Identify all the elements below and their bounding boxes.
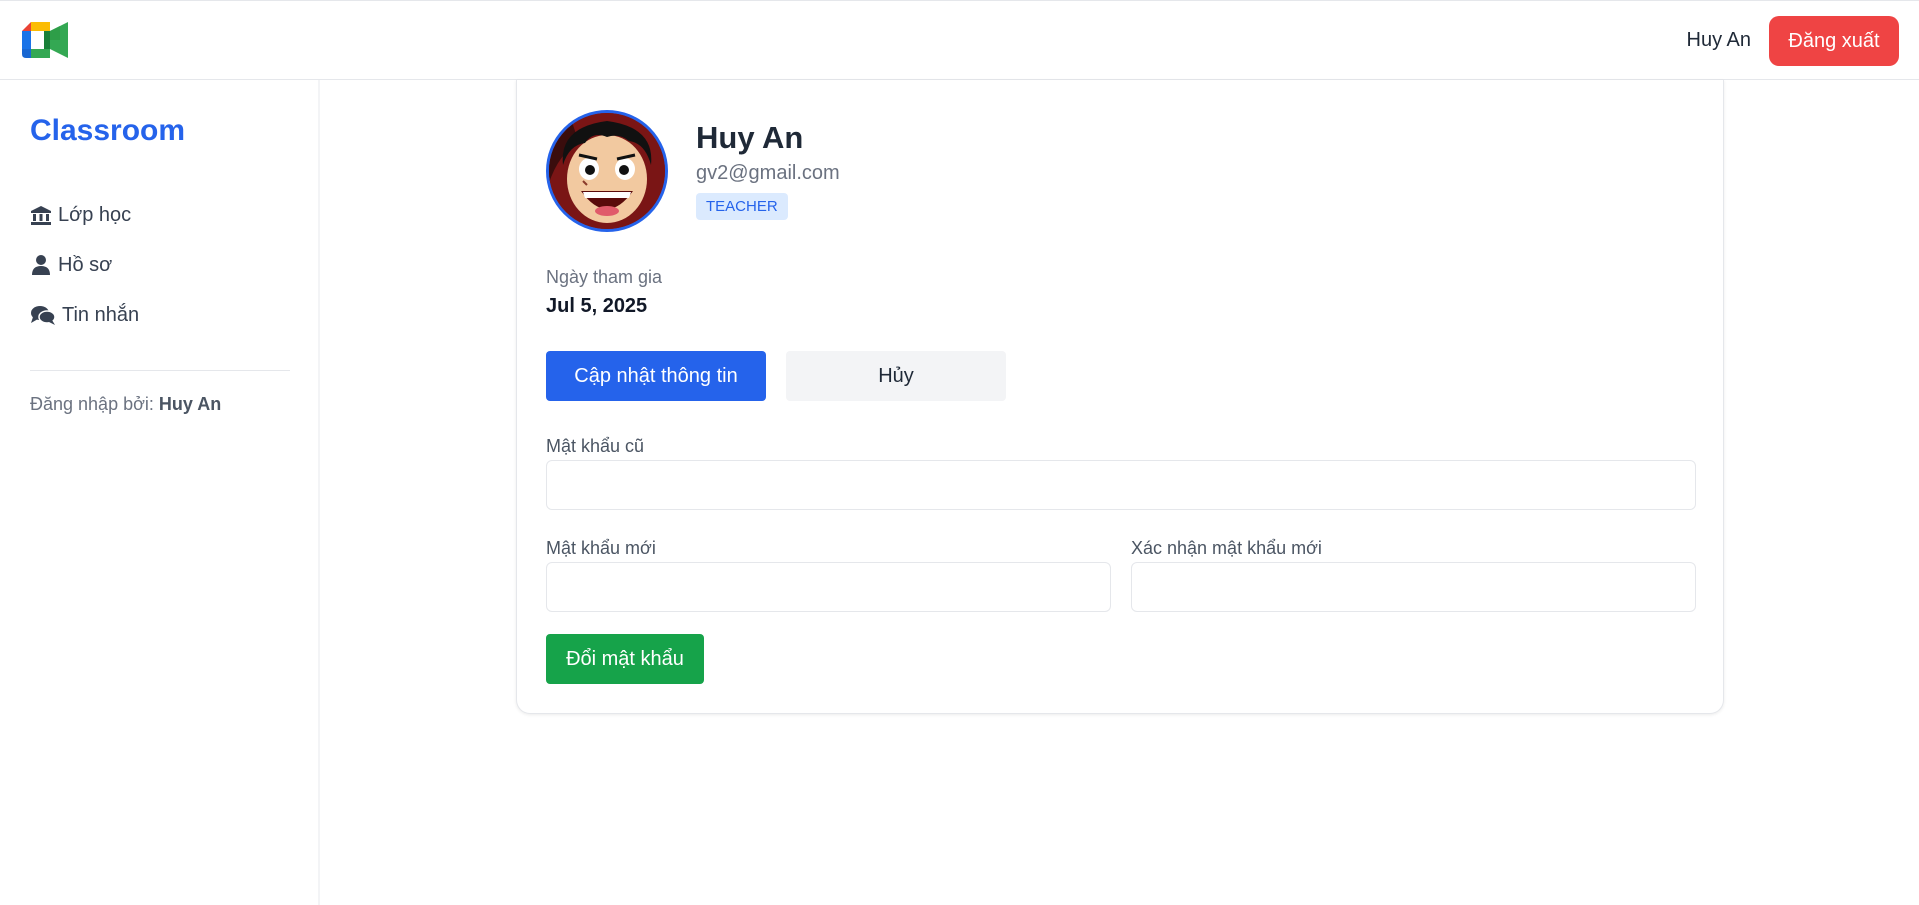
logged-in-name: Huy An	[158, 394, 222, 414]
chat-bubbles-icon	[31, 306, 56, 325]
header-username: Huy An	[1686, 29, 1751, 51]
sidebar-nav: Lớp học Hồ sơ Tin nhắn	[30, 190, 139, 340]
old-password-field[interactable]	[546, 460, 1696, 510]
join-date-label: Ngày tham gia	[546, 267, 663, 287]
confirm-password-field[interactable]	[1131, 562, 1696, 612]
update-info-button[interactable]: Cập nhật thông tin	[546, 351, 766, 401]
sidebar-item-profile[interactable]: Hồ sơ	[30, 240, 139, 290]
sidebar-item-messages[interactable]: Tin nhắn	[30, 290, 139, 340]
cancel-button[interactable]: Hủy	[786, 351, 1006, 401]
avatar	[546, 110, 668, 232]
new-password-label: Mật khẩu mới	[546, 538, 656, 558]
profile-email: gv2@gmail.com	[696, 162, 840, 184]
join-date-value: Jul 5, 2025	[546, 295, 648, 317]
new-password-field[interactable]	[546, 562, 1111, 612]
video-meet-logo-icon[interactable]	[22, 21, 68, 59]
logged-in-prefix: Đăng nhập bởi:	[30, 394, 154, 414]
sidebar-item-label: Tin nhắn	[62, 303, 140, 326]
brand-title[interactable]: Classroom	[30, 114, 185, 148]
sidebar-divider	[30, 370, 290, 371]
sidebar: Classroom Lớp học Hồ sơ Tin nhắn Đăng nh…	[0, 80, 320, 905]
confirm-password-label: Xác nhận mật khẩu mới	[1131, 538, 1322, 558]
logged-in-as: Đăng nhập bởi: Huy An	[30, 394, 221, 415]
profile-card: Huy An gv2@gmail.com TEACHER Ngày tham g…	[516, 80, 1724, 714]
classroom-building-icon	[31, 206, 51, 225]
top-navbar: Huy An Đăng xuất	[0, 0, 1919, 80]
sidebar-item-label: Lớp học	[58, 203, 132, 226]
old-password-label: Mật khẩu cũ	[546, 436, 645, 456]
user-icon	[32, 255, 50, 275]
sidebar-item-label: Hồ sơ	[58, 253, 113, 276]
avatar-image	[549, 113, 665, 229]
change-password-button[interactable]: Đổi mật khẩu	[546, 634, 704, 684]
role-badge: TEACHER	[696, 193, 788, 220]
sidebar-item-classes[interactable]: Lớp học	[30, 190, 139, 240]
logout-button[interactable]: Đăng xuất	[1769, 16, 1899, 66]
profile-name: Huy An	[696, 120, 804, 155]
